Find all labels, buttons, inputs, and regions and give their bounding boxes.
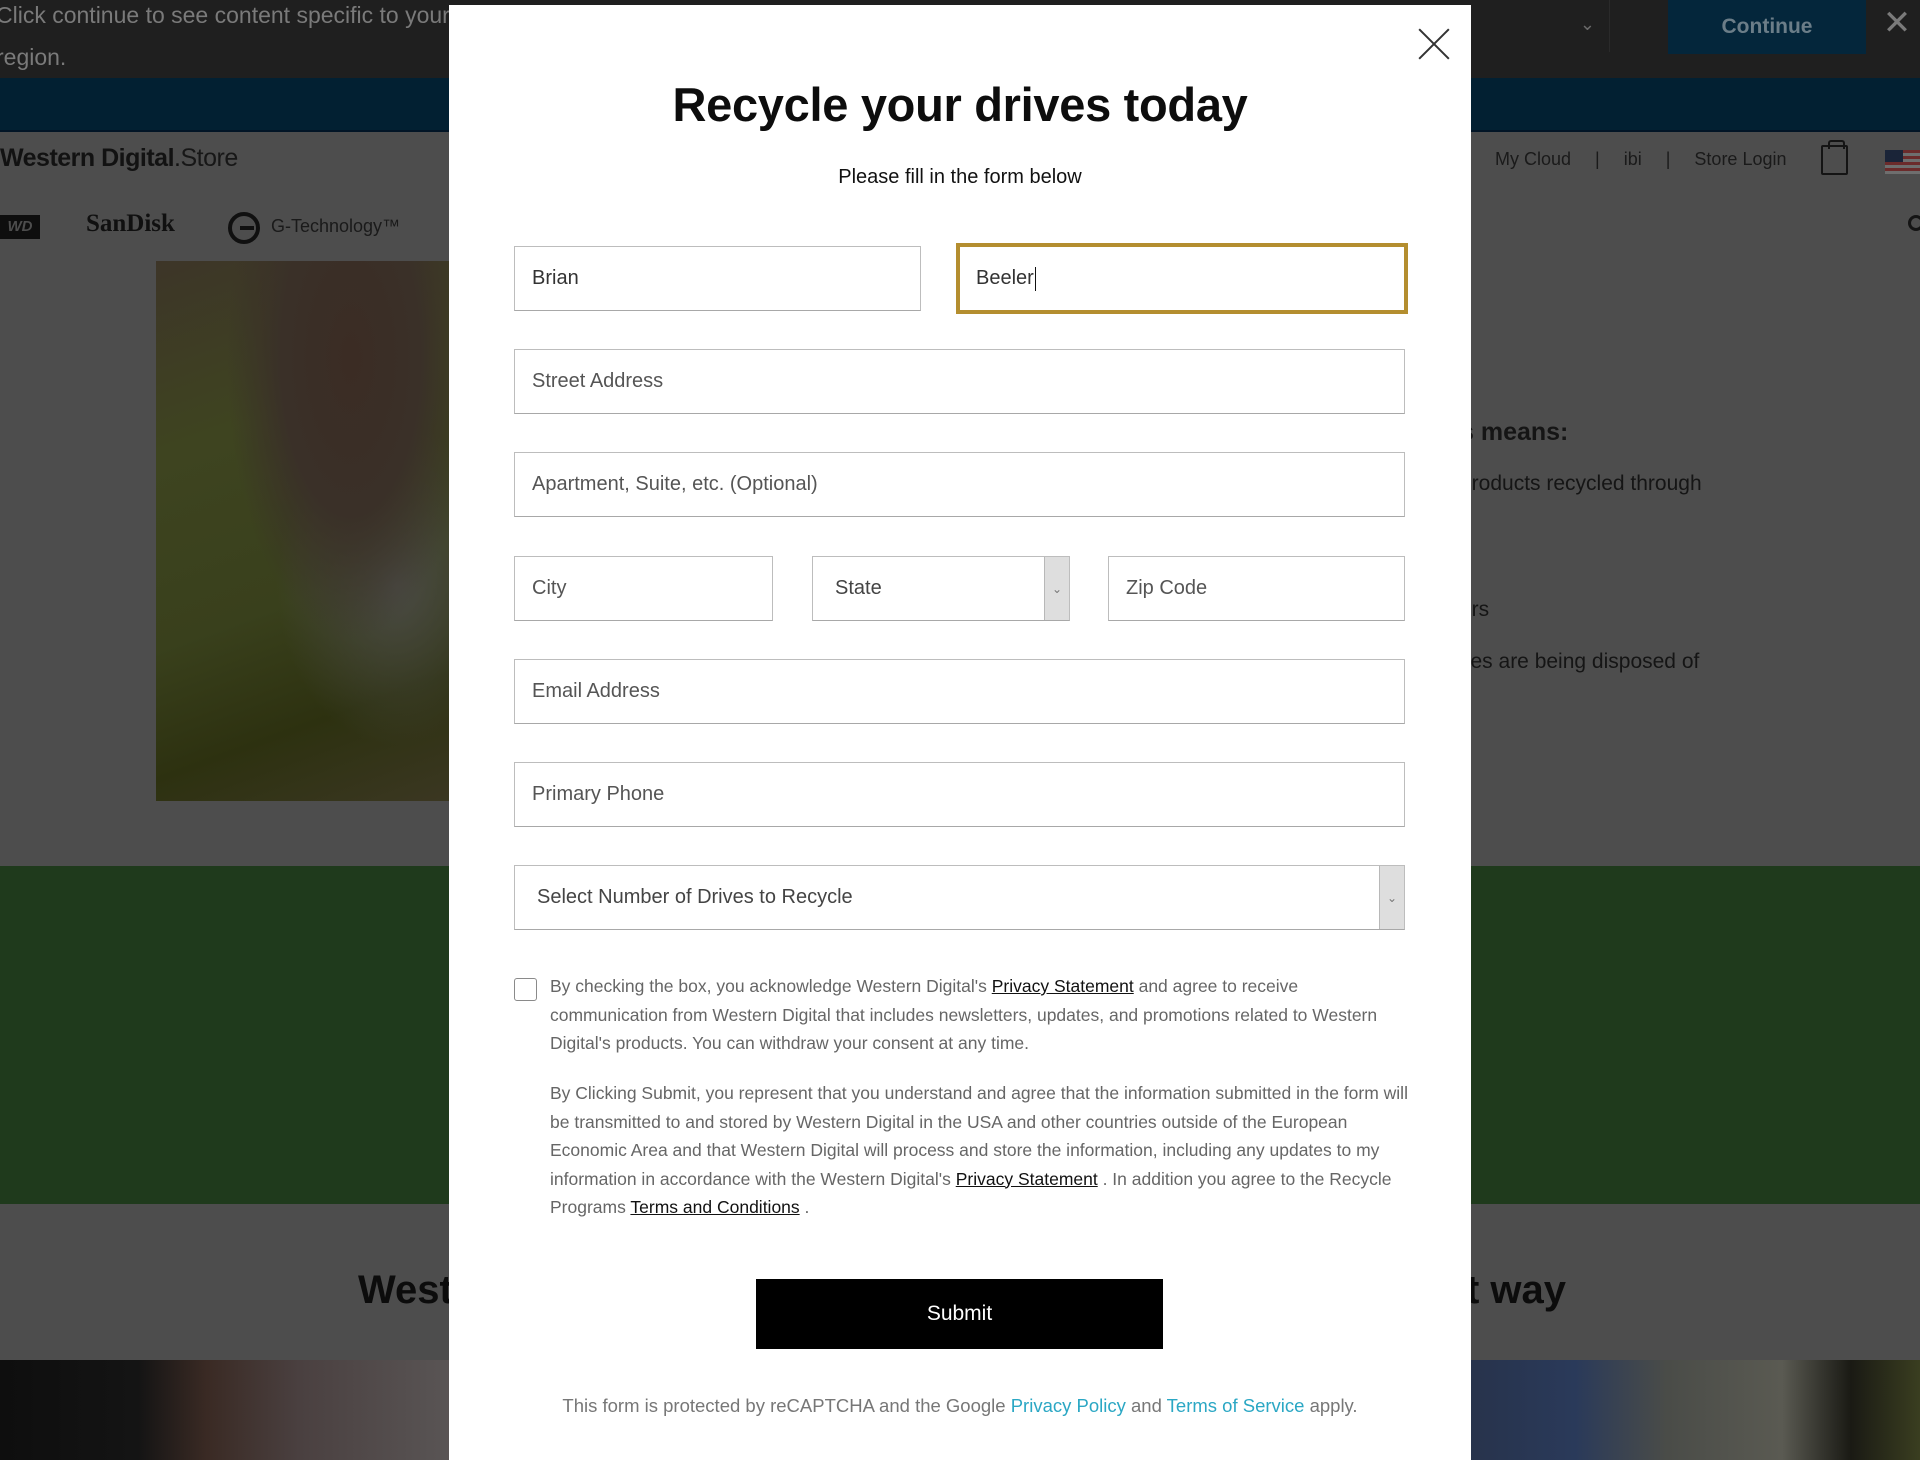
recycle-modal: Recycle your drives today Please fill in… <box>449 5 1471 1460</box>
means-line: ves are being disposed of <box>1460 650 1700 673</box>
region-banner-text: Click continue to see content specific t… <box>0 2 450 70</box>
hero-image <box>156 261 456 801</box>
drives-count-select[interactable]: Select Number of Drives to Recycle ⌄ <box>514 865 1405 930</box>
close-icon[interactable]: ✕ <box>1880 6 1914 40</box>
region-select[interactable]: ⌄ <box>1460 0 1610 52</box>
g-technology-icon <box>228 212 260 244</box>
bottom-image <box>0 1360 460 1460</box>
link-store-login[interactable]: Store Login <box>1694 149 1786 170</box>
section-heading: t way <box>1466 1268 1567 1312</box>
close-icon[interactable] <box>1415 25 1453 63</box>
recaptcha-text-part: apply. <box>1304 1395 1358 1416</box>
apartment-input[interactable] <box>514 452 1405 517</box>
consent-checkbox[interactable] <box>514 978 537 1001</box>
logo-store: Store <box>180 144 238 172</box>
section-heading: West <box>358 1268 453 1312</box>
consent-text-part: By checking the box, you acknowledge Wes… <box>550 976 992 996</box>
bottom-image <box>1460 1360 1920 1460</box>
submit-button[interactable]: Submit <box>756 1279 1163 1349</box>
privacy-statement-link[interactable]: Privacy Statement <box>956 1169 1098 1189</box>
means-heading: s means: <box>1460 418 1569 446</box>
legal-text: By Clicking Submit, you represent that y… <box>550 1079 1410 1222</box>
link-ibi[interactable]: ibi <box>1624 149 1642 170</box>
google-privacy-policy-link[interactable]: Privacy Policy <box>1011 1395 1126 1416</box>
email-input[interactable] <box>514 659 1405 724</box>
first-name-input[interactable]: Brian <box>514 246 921 311</box>
means-line: products recycled through <box>1460 472 1702 495</box>
terms-and-conditions-link[interactable]: Terms and Conditions <box>630 1197 799 1217</box>
sandisk-logo[interactable]: SanDisk <box>86 210 175 238</box>
separator: | <box>1595 149 1600 169</box>
g-technology-logo[interactable]: G-Technology™ <box>271 216 400 237</box>
brand-row: WD SanDisk G-Technology™ <box>0 207 460 247</box>
state-select[interactable]: State ⌄ <box>812 556 1070 621</box>
search-icon[interactable] <box>1908 215 1920 231</box>
link-my-cloud[interactable]: My Cloud <box>1495 149 1571 170</box>
recaptcha-notice: This form is protected by reCAPTCHA and … <box>449 1395 1471 1417</box>
modal-subtitle: Please fill in the form below <box>838 166 1082 188</box>
google-terms-of-service-link[interactable]: Terms of Service <box>1167 1395 1305 1416</box>
privacy-statement-link[interactable]: Privacy Statement <box>992 976 1134 996</box>
first-name-value: Brian <box>532 267 579 289</box>
us-flag-icon[interactable] <box>1885 150 1920 174</box>
continue-button[interactable]: Continue <box>1668 0 1866 54</box>
state-select-value: State <box>835 577 882 599</box>
logo-bold: Western Digital <box>0 144 175 172</box>
city-input[interactable] <box>514 556 773 621</box>
separator: | <box>1665 149 1671 169</box>
shopping-bag-icon[interactable] <box>1821 140 1848 175</box>
last-name-value: Beeler <box>976 267 1034 289</box>
wd-logo[interactable]: WD <box>0 215 40 239</box>
drives-select-value: Select Number of Drives to Recycle <box>537 886 853 908</box>
consent-text: By checking the box, you acknowledge Wes… <box>550 972 1410 1058</box>
street-address-input[interactable] <box>514 349 1405 414</box>
site-logo[interactable]: Western Digital.Store <box>0 144 238 173</box>
zip-code-input[interactable] <box>1108 556 1405 621</box>
chevron-down-icon: ⌄ <box>1044 557 1069 620</box>
legal-text-part: . <box>799 1197 810 1217</box>
recaptcha-text-part: This form is protected by reCAPTCHA and … <box>562 1395 1011 1416</box>
recaptcha-text-part: and <box>1125 1395 1167 1416</box>
top-links: My Cloud | ibi | Store Login <box>1495 149 1787 170</box>
modal-title: Recycle your drives today <box>672 78 1248 131</box>
text-caret <box>1034 266 1036 291</box>
chevron-down-icon: ⌄ <box>1579 14 1595 34</box>
chevron-down-icon: ⌄ <box>1379 866 1404 929</box>
phone-input[interactable] <box>514 762 1405 827</box>
last-name-input[interactable]: Beeler <box>956 243 1408 314</box>
